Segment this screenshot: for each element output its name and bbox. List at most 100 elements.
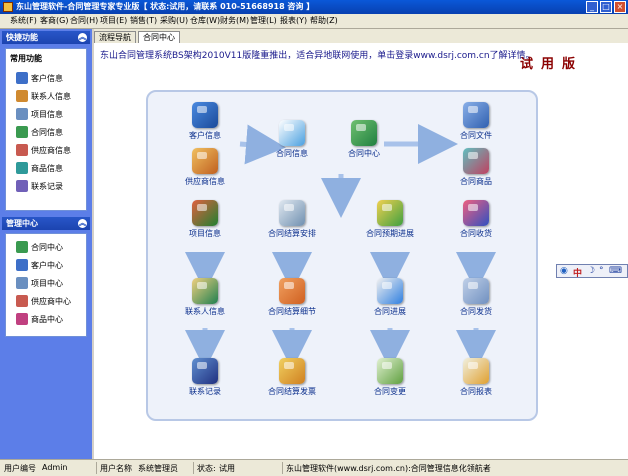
menu-report[interactable]: 报表(Y) — [280, 15, 307, 26]
maximize-button[interactable]: □ — [600, 1, 612, 13]
ime-logo-icon: ◉ — [560, 266, 568, 276]
report-icon — [463, 358, 489, 384]
flow-settlement-invoice[interactable]: 合同结算发票 — [257, 358, 327, 397]
flow-contract-progress[interactable]: 合同进展 — [355, 278, 425, 317]
contract-icon — [16, 126, 28, 138]
quick-functions-header[interactable]: 快捷功能 ︽ — [2, 31, 90, 44]
state-label: 状态: — [197, 464, 216, 473]
sidebar-item-goods[interactable]: 商品信息 — [16, 161, 88, 175]
title-bar: 东山管理软件-合同管理专家专业版【 状态:试用，请联系 010-51668918… — [0, 0, 628, 14]
user-no-value: Admin — [42, 463, 68, 472]
user-name-value: 系统管理员 — [138, 464, 178, 473]
sidebar-item-supplier-center[interactable]: 供应商中心 — [16, 294, 88, 308]
menu-system[interactable]: 系统(F) — [10, 15, 37, 26]
common-functions-title: 常用功能 — [10, 54, 42, 63]
ime-toolbar[interactable]: ◉ 中 ☽ ° ⌨ — [556, 264, 628, 279]
menu-project[interactable]: 项目(E) — [100, 15, 127, 26]
supplier-icon — [192, 148, 218, 174]
flow-contract-delivery[interactable]: 合同发货 — [441, 278, 511, 317]
goods-icon — [463, 148, 489, 174]
supplier-center-icon — [16, 295, 28, 307]
promo-banner-link[interactable]: 东山合同管理系统BS架构2010V11版隆重推出，适合异地联网使用，单击登录ww… — [100, 48, 535, 61]
people-icon — [192, 102, 218, 128]
flow-supplier-info[interactable]: 供应商信息 — [170, 148, 240, 187]
menu-finance[interactable]: 财务(M) — [220, 15, 249, 26]
flow-project-info[interactable]: 项目信息 — [170, 200, 240, 239]
state-value: 试用 — [219, 464, 235, 473]
user-no-label: 用户编号 — [4, 464, 36, 473]
flow-contract-center[interactable]: 合同中心 — [329, 120, 399, 159]
minimize-button[interactable]: _ — [586, 1, 598, 13]
customer-center-icon — [16, 259, 28, 271]
supplier-icon — [16, 144, 28, 156]
monitor-icon — [192, 358, 218, 384]
invoice-icon — [279, 358, 305, 384]
sidebar-item-contract-center[interactable]: 合同中心 — [16, 240, 88, 254]
receipt-icon — [463, 200, 489, 226]
contact-icon — [192, 278, 218, 304]
flow-customer-info[interactable]: 客户信息 — [170, 102, 240, 141]
trial-watermark: 试用版 — [520, 57, 584, 72]
flow-contract-change[interactable]: 合同变更 — [355, 358, 425, 397]
flow-contract-file[interactable]: 合同文件 — [441, 102, 511, 141]
document-icon — [279, 120, 305, 146]
window-title: 东山管理软件-合同管理专家专业版【 状态:试用，请联系 010-51668918… — [16, 2, 315, 11]
file-icon — [463, 102, 489, 128]
pencil-icon — [279, 200, 305, 226]
sidebar-item-customer[interactable]: 客户信息 — [16, 71, 88, 85]
menu-manage[interactable]: 管理(L) — [250, 15, 277, 26]
menu-client[interactable]: 客商(G) — [40, 15, 68, 26]
contract-center-icon — [16, 241, 28, 253]
flow-settlement-detail[interactable]: 合同结算细节 — [257, 278, 327, 317]
project-icon — [16, 108, 28, 120]
contact-icon — [16, 90, 28, 102]
sidebar-item-contract[interactable]: 合同信息 — [16, 125, 88, 139]
collapse-icon[interactable]: ︽ — [78, 33, 87, 42]
flow-contract-goods[interactable]: 合同商品 — [441, 148, 511, 187]
delivery-icon — [463, 278, 489, 304]
sidebar-item-supplier[interactable]: 供应商信息 — [16, 143, 88, 157]
record-icon — [16, 180, 28, 192]
project-center-icon — [16, 277, 28, 289]
sidebar-item-record[interactable]: 联系记录 — [16, 179, 88, 193]
common-functions-panel: 常用功能 客户信息 联系人信息 项目信息 合同信息 供应商信息 商品信息 联系记… — [5, 48, 87, 211]
collapse-icon[interactable]: ︽ — [78, 219, 87, 228]
sidebar: 快捷功能 ︽ 常用功能 客户信息 联系人信息 项目信息 合同信息 供应商信息 商… — [0, 29, 92, 459]
flow-contract-receipt[interactable]: 合同收货 — [441, 200, 511, 239]
status-bar: 用户编号 Admin 用户名称 系统管理员 状态: 试用 东山管理软件(www.… — [0, 459, 628, 476]
sidebar-item-goods-center[interactable]: 商品中心 — [16, 312, 88, 326]
tab-bar: 流程导航 合同中心 — [94, 29, 628, 44]
keyboard-icon[interactable]: ⌨ — [609, 266, 622, 276]
ime-mode-toggle[interactable]: 中 — [573, 266, 582, 279]
cubes-icon — [351, 120, 377, 146]
flow-settlement-plan[interactable]: 合同结算安排 — [257, 200, 327, 239]
flow-contract-report[interactable]: 合同报表 — [441, 358, 511, 397]
calculator-icon — [279, 278, 305, 304]
pie-chart-icon — [377, 278, 403, 304]
menu-warehouse[interactable]: 仓库(W) — [190, 15, 220, 26]
customer-icon — [16, 72, 28, 84]
moon-icon[interactable]: ☽ — [587, 266, 595, 276]
punctuation-icon[interactable]: ° — [599, 266, 604, 276]
flow-panel: 客户信息 合同信息 合同中心 合同文件 供应商信息 合同商品 项目信息 合同结算… — [146, 90, 538, 421]
manage-center-header[interactable]: 管理中心 ︽ — [2, 217, 90, 230]
menu-help[interactable]: 帮助(Z) — [310, 15, 338, 26]
menu-contract[interactable]: 合同(H) — [70, 15, 98, 26]
company-info: 东山管理软件(www.dsrj.com.cn):合同管理信息化领航者 — [286, 464, 491, 473]
flow-contact-record[interactable]: 联系记录 — [170, 358, 240, 397]
goods-icon — [16, 162, 28, 174]
main-content: 东山合同管理系统BS架构2010V11版隆重推出，适合异地联网使用，单击登录ww… — [94, 43, 628, 459]
menu-bar: 系统(F) 客商(G) 合同(H) 项目(E) 销售(T) 采购(U) 仓库(W… — [0, 14, 628, 29]
goods-center-icon — [16, 313, 28, 325]
sidebar-item-customer-center[interactable]: 客户中心 — [16, 258, 88, 272]
book-icon — [377, 200, 403, 226]
close-button[interactable]: × — [614, 1, 626, 13]
menu-sales[interactable]: 销售(T) — [130, 15, 157, 26]
menu-purchase[interactable]: 采购(U) — [160, 15, 188, 26]
sidebar-item-project-center[interactable]: 项目中心 — [16, 276, 88, 290]
sidebar-item-project[interactable]: 项目信息 — [16, 107, 88, 121]
flow-contract-info[interactable]: 合同信息 — [257, 120, 327, 159]
flow-expected-progress[interactable]: 合同预期进展 — [355, 200, 425, 239]
flow-contact-info[interactable]: 联系人信息 — [170, 278, 240, 317]
sidebar-item-contact[interactable]: 联系人信息 — [16, 89, 88, 103]
